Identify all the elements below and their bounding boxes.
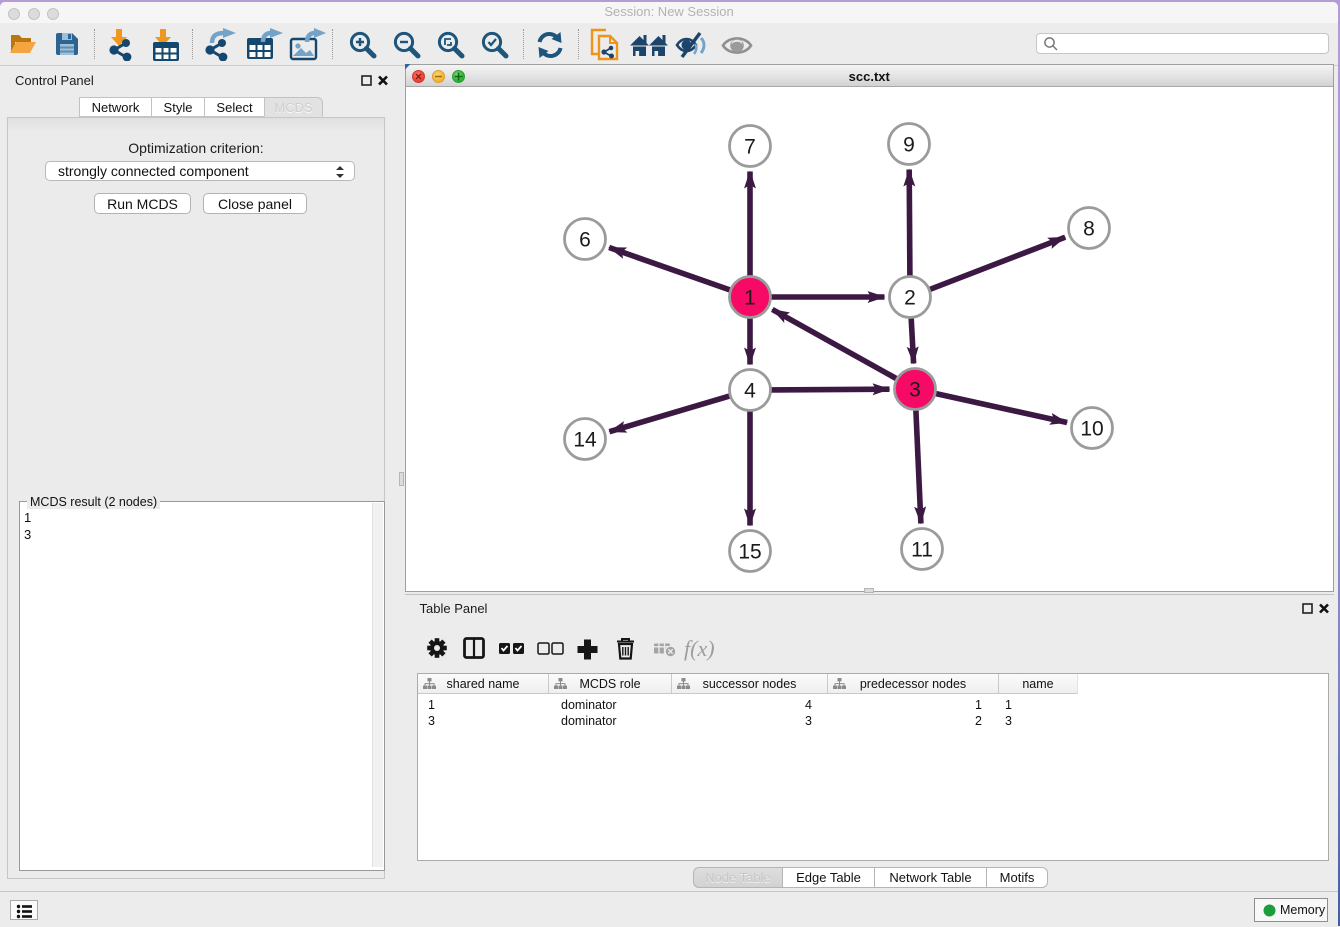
svg-text:8: 8 <box>1083 218 1095 241</box>
svg-text:11: 11 <box>911 539 933 562</box>
svg-text:2: 2 <box>904 287 916 310</box>
svg-text:6: 6 <box>579 229 591 252</box>
svg-text:15: 15 <box>738 541 761 564</box>
svg-text:9: 9 <box>903 134 915 157</box>
svg-text:14: 14 <box>573 429 597 452</box>
svg-text:4: 4 <box>744 380 756 403</box>
svg-text:f(x): f(x) <box>684 636 715 661</box>
svg-text:7: 7 <box>744 136 756 159</box>
svg-text:10: 10 <box>1080 418 1103 441</box>
svg-text:3: 3 <box>909 379 921 402</box>
svg-text:1: 1 <box>744 287 756 310</box>
